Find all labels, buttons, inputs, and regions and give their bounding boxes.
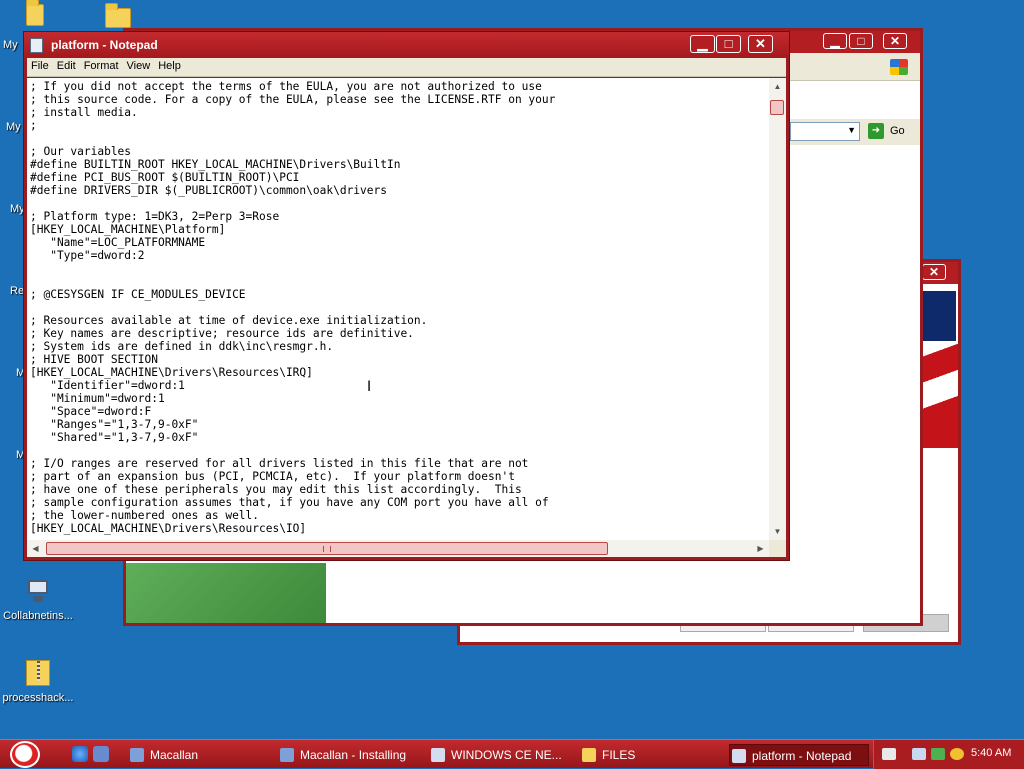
notepad-window[interactable]: platform - Notepad ▁ □ ✕ File Edit Format V… bbox=[23, 31, 790, 561]
clock: 5:40 AM bbox=[971, 747, 1012, 759]
taskbar-item-label: WINDOWS CE NE... bbox=[451, 748, 562, 762]
desktop-icon-label: processhack... bbox=[2, 692, 74, 704]
browser-toolbar bbox=[790, 53, 920, 81]
desktop-icon-folder[interactable] bbox=[104, 3, 132, 30]
close-button[interactable]: ✕ bbox=[883, 33, 907, 49]
network-icon[interactable] bbox=[912, 748, 926, 760]
close-button[interactable]: ✕ bbox=[922, 264, 946, 280]
close-button[interactable]: ✕ bbox=[748, 35, 773, 53]
menu-view[interactable]: View bbox=[123, 58, 155, 72]
vertical-scrollbar[interactable]: ▲ ▼ bbox=[769, 78, 786, 540]
taskbar-item-files[interactable]: FILES bbox=[580, 744, 720, 766]
menu-file[interactable]: File bbox=[27, 58, 53, 72]
tray-icon[interactable] bbox=[931, 748, 945, 760]
desktop-edge-label: My bbox=[6, 121, 21, 133]
notepad-icon bbox=[30, 38, 43, 53]
desktop-icon-processhacker[interactable]: processhack... bbox=[0, 660, 76, 704]
search-icon[interactable] bbox=[950, 748, 964, 760]
taskbar-item-label: Macallan bbox=[150, 748, 199, 762]
scroll-right-arrow-icon[interactable]: ▶ bbox=[752, 540, 769, 557]
app-icon bbox=[431, 748, 445, 762]
go-label: Go bbox=[890, 125, 905, 137]
keyboard-icon[interactable] bbox=[882, 748, 896, 760]
text-cursor-icon: I bbox=[367, 379, 372, 395]
notepad-icon bbox=[732, 749, 746, 763]
taskbar-item-macallan-installing[interactable]: Macallan - Installing bbox=[278, 744, 423, 766]
go-arrow-icon: ➜ bbox=[868, 123, 884, 139]
folder-icon bbox=[26, 0, 44, 26]
system-tray: 5:40 AM bbox=[873, 740, 1024, 769]
app-icon bbox=[130, 748, 144, 762]
content-white-area bbox=[326, 563, 920, 623]
folder-icon bbox=[582, 748, 596, 762]
scroll-down-arrow-icon[interactable]: ▼ bbox=[769, 523, 786, 540]
maximize-button[interactable]: □ bbox=[849, 33, 873, 49]
start-button[interactable] bbox=[8, 740, 48, 769]
taskbar: Macallan Macallan - Installing WINDOWS C… bbox=[0, 739, 1024, 769]
start-logo-icon bbox=[10, 741, 40, 768]
installer-computer-icon bbox=[921, 290, 957, 342]
desktop-icon-my-documents[interactable] bbox=[24, 0, 46, 28]
horizontal-scrollbar[interactable]: ◀ ▶ bbox=[27, 540, 769, 557]
menu-help[interactable]: Help bbox=[154, 58, 185, 72]
app-icon bbox=[280, 748, 294, 762]
go-button[interactable]: ➜ Go bbox=[866, 122, 914, 141]
desktop-edge-label: Re bbox=[10, 285, 25, 297]
menu-bar: File Edit Format View Help bbox=[27, 58, 786, 77]
minimize-button[interactable]: ▁ bbox=[690, 35, 715, 53]
browser-address-row: ▼ ➜ Go bbox=[790, 119, 920, 145]
maximize-button[interactable]: □ bbox=[716, 35, 741, 53]
quicklaunch-icon[interactable] bbox=[93, 746, 109, 762]
editor-text[interactable]: ; If you did not accept the terms of the… bbox=[27, 78, 769, 535]
menu-edit[interactable]: Edit bbox=[53, 58, 80, 72]
ie-quicklaunch-icon[interactable] bbox=[72, 746, 88, 762]
green-side-panel bbox=[126, 563, 326, 623]
chevron-down-icon: ▼ bbox=[847, 125, 856, 135]
taskbar-item-label: Macallan - Installing bbox=[300, 748, 407, 762]
menu-format[interactable]: Format bbox=[80, 58, 123, 72]
taskbar-item-label: FILES bbox=[602, 748, 636, 762]
scrollbar-corner bbox=[769, 540, 786, 557]
taskbar-item-macallan[interactable]: Macallan bbox=[128, 744, 268, 766]
taskbar-item-windows-ce[interactable]: WINDOWS CE NE... bbox=[429, 744, 574, 766]
browser-content-area bbox=[790, 145, 920, 623]
zip-folder-icon bbox=[26, 660, 50, 686]
network-computer-icon bbox=[25, 578, 51, 604]
taskbar-item-label: platform - Notepad bbox=[752, 749, 852, 763]
desktop-edge-label: My bbox=[3, 39, 18, 51]
vertical-scroll-thumb[interactable] bbox=[770, 100, 784, 115]
minimize-button[interactable]: ▁ bbox=[823, 33, 847, 49]
taskbar-item-notepad[interactable]: platform - Notepad bbox=[729, 744, 869, 766]
notepad-title-bar[interactable]: platform - Notepad ▁ □ ✕ bbox=[24, 32, 789, 58]
text-editor-area[interactable]: ; If you did not accept the terms of the… bbox=[27, 78, 769, 540]
scroll-up-arrow-icon[interactable]: ▲ bbox=[769, 78, 786, 95]
horizontal-scroll-thumb[interactable] bbox=[46, 542, 608, 555]
windows-flag-icon bbox=[890, 59, 908, 75]
desktop-icon-label: Collabnetins... bbox=[3, 610, 73, 622]
window-title: platform - Notepad bbox=[51, 38, 158, 52]
folder-icon bbox=[105, 3, 131, 28]
scroll-left-arrow-icon[interactable]: ◀ bbox=[27, 540, 44, 557]
desktop-icon-collabnet[interactable]: Collabnetins... bbox=[0, 578, 76, 622]
address-dropdown[interactable]: ▼ bbox=[790, 122, 860, 141]
